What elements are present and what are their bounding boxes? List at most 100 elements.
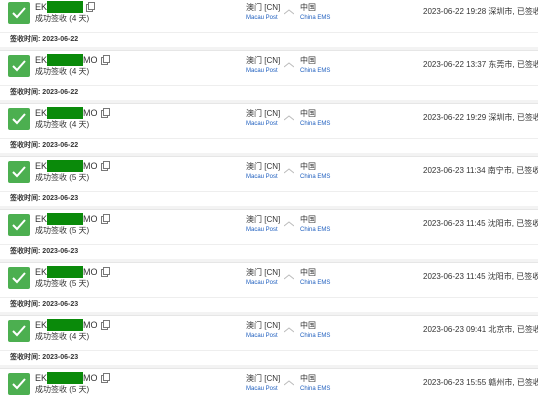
sign-label: 签收时间:: [10, 195, 41, 202]
redacted-block: [47, 266, 84, 278]
copy-icon[interactable]: [100, 214, 110, 224]
delivery-status: 成功签收 (5 天): [35, 226, 90, 235]
sign-label: 签收时间:: [10, 301, 41, 308]
shipment-summary-row[interactable]: EK MO 成功签收 (4 天) 澳门 [CN] Macau Post 中国 Ch…: [0, 104, 538, 138]
origin-carrier-link[interactable]: Macau Post: [246, 385, 278, 394]
tracking-number: EK MO: [35, 54, 110, 66]
shipment-card[interactable]: EK MO 成功签收 (5 天) 澳门 [CN] Macau Post 中国 Ch…: [0, 156, 538, 206]
delivered-check-icon: [8, 267, 30, 289]
route-arrow-icon: [284, 62, 294, 68]
copy-icon[interactable]: [100, 373, 110, 383]
tracking-prefix: EK: [35, 108, 48, 118]
sign-time-row: 签收时间: 2023-06-23: [0, 297, 538, 312]
origin-carrier-link[interactable]: Macau Post: [246, 67, 278, 76]
origin-country: 澳门 [CN]: [246, 374, 281, 383]
shipment-card[interactable]: EK MO 成功签收 (5 天) 澳门 [CN] Macau Post 中国 Ch…: [0, 368, 538, 400]
sign-time-row: 签收时间: 2023-06-23: [0, 244, 538, 259]
origin-country: 澳门 [CN]: [246, 321, 281, 330]
redacted-block: [47, 160, 84, 172]
copy-icon[interactable]: [100, 267, 110, 277]
shipment-card[interactable]: EK MO 成功签收 (4 天) 澳门 [CN] Macau Post 中国 Ch…: [0, 103, 538, 153]
shipment-card[interactable]: EK MO 成功签收 (4 天) 澳门 [CN] Macau Post 中国 Ch…: [0, 315, 538, 365]
tracking-suffix: MO: [83, 161, 98, 171]
delivered-check-icon: [8, 214, 30, 236]
redacted-block: [47, 54, 84, 66]
delivery-status: 成功签收 (5 天): [35, 279, 90, 288]
origin-country: 澳门 [CN]: [246, 268, 281, 277]
copy-icon[interactable]: [100, 55, 110, 65]
shipment-summary-row[interactable]: EK MO 成功签收 (4 天) 澳门 [CN] Macau Post 中国 Ch…: [0, 51, 538, 85]
redacted-block: [47, 107, 84, 119]
destination-carrier-link[interactable]: China EMS: [300, 120, 330, 129]
sign-label: 签收时间:: [10, 248, 41, 255]
shipment-card[interactable]: EK MO 成功签收 (4 天) 澳门 [CN] Macau Post 中国 Ch…: [0, 50, 538, 100]
shipment-summary-row[interactable]: EK MO 成功签收 (5 天) 澳门 [CN] Macau Post 中国 Ch…: [0, 369, 538, 403]
latest-event: 2023-06-22 13:37 东莞市, 已签收,: [423, 60, 538, 69]
shipment-summary-row[interactable]: EK MO 成功签收 (5 天) 澳门 [CN] Macau Post 中国 Ch…: [0, 157, 538, 191]
copy-icon[interactable]: [86, 2, 96, 12]
shipment-card[interactable]: EK 成功签收 (4 天) 澳门 [CN] Macau Post 中国 Chin…: [0, 0, 538, 47]
destination-carrier-link[interactable]: China EMS: [300, 385, 330, 394]
origin-country: 澳门 [CN]: [246, 3, 281, 12]
destination-country: 中国: [300, 268, 316, 277]
tracking-prefix: EK: [35, 320, 48, 330]
tracking-number: EK MO: [35, 213, 110, 225]
route-arrow-icon: [284, 221, 294, 227]
origin-carrier-link[interactable]: Macau Post: [246, 226, 278, 235]
destination-country: 中国: [300, 109, 316, 118]
origin-country: 澳门 [CN]: [246, 56, 281, 65]
sign-date: 2023-06-22: [42, 36, 79, 43]
tracking-number: EK MO: [35, 160, 110, 172]
origin-carrier-link[interactable]: Macau Post: [246, 332, 278, 341]
origin-carrier-link[interactable]: Macau Post: [246, 14, 278, 23]
latest-event: 2023-06-23 11:34 南宁市, 已签收,: [423, 166, 538, 175]
shipment-summary-row[interactable]: EK MO 成功签收 (5 天) 澳门 [CN] Macau Post 中国 Ch…: [0, 263, 538, 297]
delivery-status: 成功签收 (4 天): [35, 120, 90, 129]
sign-time-row: 签收时间: 2023-06-22: [0, 138, 538, 153]
sign-label: 签收时间:: [10, 36, 41, 43]
sign-time: 签收时间: 2023-06-23: [10, 352, 78, 364]
delivered-check-icon: [8, 55, 30, 77]
destination-carrier-link[interactable]: China EMS: [300, 67, 330, 76]
copy-icon[interactable]: [100, 161, 110, 171]
tracking-prefix: EK: [35, 2, 48, 12]
redacted-block: [47, 1, 84, 13]
shipment-card[interactable]: EK MO 成功签收 (5 天) 澳门 [CN] Macau Post 中国 Ch…: [0, 262, 538, 312]
latest-event: 2023-06-23 11:45 沈阳市, 已签收,: [423, 272, 538, 281]
destination-carrier-link[interactable]: China EMS: [300, 279, 330, 288]
destination-carrier-link[interactable]: China EMS: [300, 173, 330, 182]
destination-carrier-link[interactable]: China EMS: [300, 332, 330, 341]
sign-time: 签收时间: 2023-06-22: [10, 34, 78, 46]
delivered-check-icon: [8, 161, 30, 183]
origin-carrier-link[interactable]: Macau Post: [246, 279, 278, 288]
delivered-check-icon: [8, 373, 30, 395]
delivered-check-icon: [8, 320, 30, 342]
destination-carrier-link[interactable]: China EMS: [300, 14, 330, 23]
route-arrow-icon: [284, 327, 294, 333]
sign-date: 2023-06-22: [42, 89, 79, 96]
shipment-summary-row[interactable]: EK MO 成功签收 (5 天) 澳门 [CN] Macau Post 中国 Ch…: [0, 210, 538, 244]
shipment-summary-row[interactable]: EK 成功签收 (4 天) 澳门 [CN] Macau Post 中国 Chin…: [0, 0, 538, 32]
copy-icon[interactable]: [100, 108, 110, 118]
sign-time-row: 签收时间: 2023-06-23: [0, 350, 538, 365]
sign-time: 签收时间: 2023-06-23: [10, 246, 78, 258]
destination-carrier-link[interactable]: China EMS: [300, 226, 330, 235]
tracking-prefix: EK: [35, 267, 48, 277]
origin-carrier-link[interactable]: Macau Post: [246, 120, 278, 129]
redacted-block: [47, 319, 84, 331]
latest-event: 2023-06-22 19:29 深圳市, 已签收,: [423, 113, 538, 122]
shipment-card[interactable]: EK MO 成功签收 (5 天) 澳门 [CN] Macau Post 中国 Ch…: [0, 209, 538, 259]
route-arrow-icon: [284, 115, 294, 121]
route-arrow-icon: [284, 274, 294, 280]
route-arrow-icon: [284, 168, 294, 174]
route-arrow-icon: [284, 9, 294, 15]
sign-label: 签收时间:: [10, 142, 41, 149]
delivery-status: 成功签收 (4 天): [35, 332, 90, 341]
copy-icon[interactable]: [100, 320, 110, 330]
origin-country: 澳门 [CN]: [246, 109, 281, 118]
redacted-block: [47, 213, 84, 225]
delivered-check-icon: [8, 108, 30, 130]
origin-carrier-link[interactable]: Macau Post: [246, 173, 278, 182]
shipment-summary-row[interactable]: EK MO 成功签收 (4 天) 澳门 [CN] Macau Post 中国 Ch…: [0, 316, 538, 350]
tracking-prefix: EK: [35, 373, 48, 383]
